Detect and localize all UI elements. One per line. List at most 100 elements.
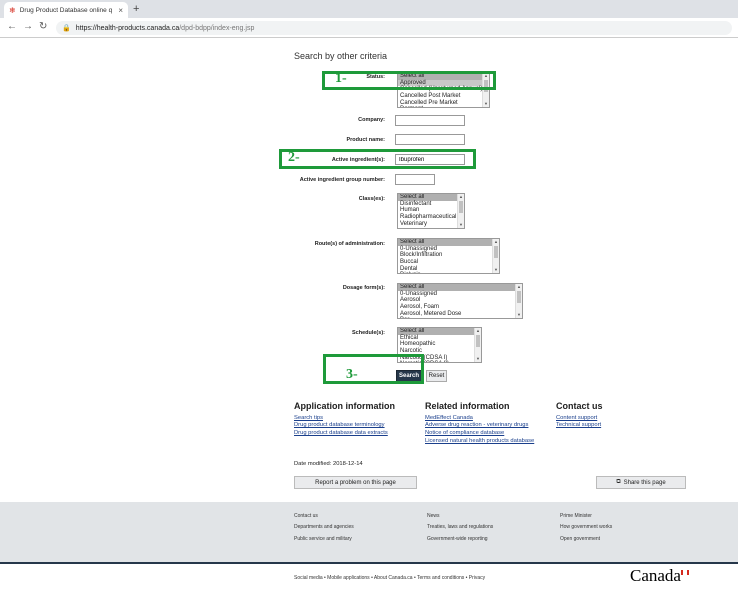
scroll-thumb[interactable] [459, 201, 463, 213]
share-icon: ⧉ [616, 479, 621, 485]
footer-link[interactable]: Prime Minister [560, 513, 592, 519]
classes-listbox[interactable]: Select all Disinfectant Human Radiopharmace… [397, 193, 465, 229]
listbox-option[interactable]: 0-Unassigned [398, 246, 499, 253]
share-label: Share this page [623, 479, 666, 486]
ingredient-group-label: Active ingredient group number: [299, 177, 385, 183]
listbox-option[interactable]: Select all [398, 194, 464, 201]
url-domain: https://health-products.canada.ca [75, 24, 180, 32]
scrollbar[interactable]: ▲ ▼ [515, 284, 522, 318]
scrollbar[interactable]: ▲ ▼ [474, 328, 481, 362]
forward-arrow-icon[interactable]: → [23, 21, 33, 33]
new-tab-button[interactable]: + [133, 3, 139, 15]
listbox-option[interactable]: Aerosol [398, 297, 522, 304]
company-input[interactable] [395, 115, 465, 126]
maple-leaf-icon: ❄ [9, 5, 16, 15]
browser-tab-bar: ❄ Drug Product Database online q × + [0, 0, 738, 18]
url-path: /dpd-bdpp/index-eng.jsp [179, 24, 255, 32]
listbox-option[interactable]: Ethical [398, 335, 481, 342]
link-compliance-db[interactable]: Notice of compliance database [425, 430, 504, 436]
footer-link[interactable]: Treaties, laws and regulations [427, 524, 493, 530]
listbox-option[interactable]: Veterinary [398, 221, 464, 228]
annotation-box-2 [279, 149, 476, 169]
footer-link[interactable]: Government-wide reporting [427, 536, 488, 542]
footer-link[interactable]: Contact us [294, 513, 318, 519]
scroll-up-icon[interactable]: ▲ [475, 328, 481, 334]
listbox-option[interactable]: Radiopharmaceutical [398, 214, 464, 221]
link-medeffect[interactable]: MedEffect Canada [425, 415, 473, 421]
annotation-label-3: 3- [346, 367, 358, 382]
routes-listbox[interactable]: Select all 0-Unassigned Block/Infiltration… [397, 238, 500, 274]
listbox-option[interactable]: Dialysis [398, 272, 499, 273]
link-adverse-reaction[interactable]: Adverse drug reaction - veterinary drugs [425, 422, 528, 428]
footer-link[interactable]: Departments and agencies [294, 524, 354, 530]
link-terminology[interactable]: Drug product database terminology [294, 422, 385, 428]
listbox-option[interactable]: Aerosol, Foam [398, 304, 522, 311]
product-name-input[interactable] [395, 134, 465, 145]
scroll-thumb[interactable] [517, 291, 521, 303]
link-content-support[interactable]: Content support [556, 415, 597, 421]
listbox-option[interactable]: Select all [398, 284, 522, 291]
reload-icon[interactable]: ↻ [39, 21, 47, 33]
listbox-option[interactable]: Dental [398, 266, 499, 273]
schedules-label: Schedule(s): [351, 330, 385, 336]
scrollbar[interactable]: ▲ ▼ [457, 194, 464, 228]
scroll-down-icon[interactable]: ▼ [475, 356, 481, 362]
ingredient-group-input[interactable] [395, 174, 435, 185]
annotation-label-1: 1- [335, 71, 347, 86]
listbox-option[interactable]: Cancelled Pre Market [398, 100, 489, 107]
related-info-heading: Related information [425, 401, 510, 411]
scroll-up-icon[interactable]: ▲ [493, 239, 499, 245]
date-modified: Date modified: 2018-12-14 [294, 461, 363, 467]
scroll-thumb[interactable] [476, 335, 480, 347]
canada-wordmark: Canada [630, 566, 681, 585]
scroll-down-icon[interactable]: ▼ [493, 267, 499, 273]
scroll-down-icon[interactable]: ▼ [458, 222, 464, 228]
company-label: Company: [358, 117, 385, 123]
listbox-option[interactable]: Disinfectant [398, 201, 464, 208]
browser-tab[interactable]: ❄ Drug Product Database online q × [4, 2, 128, 18]
scroll-thumb[interactable] [494, 246, 498, 258]
footer-link[interactable]: Open government [560, 536, 600, 542]
application-info-heading: Application information [294, 401, 395, 411]
product-name-label: Product name: [346, 137, 385, 143]
listbox-option[interactable]: Bar [398, 317, 522, 318]
link-technical-support[interactable]: Technical support [556, 422, 601, 428]
scroll-down-icon[interactable]: ▼ [516, 312, 522, 318]
link-search-tips[interactable]: Search tips [294, 415, 323, 421]
footer-bottom-links[interactable]: Social media • Mobile applications • Abo… [294, 575, 485, 581]
routes-label: Route(s) of administration: [314, 241, 385, 247]
reset-button[interactable]: Reset [426, 370, 447, 382]
annotation-label-2: 2- [288, 150, 300, 165]
scrollbar[interactable]: ▲ ▼ [492, 239, 499, 273]
listbox-option[interactable]: Human [398, 207, 464, 214]
annotation-box-3 [323, 354, 424, 384]
footer-link[interactable]: How government works [560, 524, 612, 530]
link-data-extracts[interactable]: Drug product database data extracts [294, 430, 388, 436]
listbox-option[interactable]: Block/Infiltration [398, 252, 499, 259]
url-field[interactable]: 🔒 https://health-products.canada.ca/dpd-… [56, 21, 732, 35]
scroll-up-icon[interactable]: ▲ [516, 284, 522, 290]
scroll-down-icon[interactable]: ▼ [483, 101, 489, 107]
report-problem-button[interactable]: Report a problem on this page [294, 476, 417, 489]
listbox-option[interactable]: Dormant [398, 106, 489, 107]
listbox-option[interactable]: Cancelled Post Market [398, 93, 489, 100]
close-icon[interactable]: × [118, 6, 123, 15]
listbox-option[interactable]: Buccal [398, 259, 499, 266]
link-natural-health-db[interactable]: Licensed natural health products databas… [425, 438, 534, 444]
share-page-button[interactable]: ⧉ Share this page [596, 476, 686, 489]
address-bar: ← → ↻ 🔒 https://health-products.canada.c… [0, 18, 738, 38]
dosage-forms-listbox[interactable]: Select all 0-Unassigned Aerosol Aerosol, Fo… [397, 283, 523, 319]
back-arrow-icon[interactable]: ← [7, 21, 17, 33]
contact-heading: Contact us [556, 401, 603, 411]
listbox-option[interactable]: 0-Unassigned [398, 291, 522, 298]
scroll-up-icon[interactable]: ▲ [458, 194, 464, 200]
listbox-option[interactable]: Aerosol, Metered Dose [398, 311, 522, 318]
classes-label: Class(es): [358, 196, 385, 202]
listbox-option[interactable]: Select all [398, 328, 481, 335]
listbox-option[interactable]: Select all [398, 239, 499, 246]
tab-title: Drug Product Database online q [19, 6, 113, 14]
footer-link[interactable]: News [427, 513, 440, 519]
footer-link[interactable]: Public service and military [294, 536, 352, 542]
page-title: Search by other criteria [294, 51, 388, 61]
listbox-option[interactable]: Homeopathic [398, 341, 481, 348]
